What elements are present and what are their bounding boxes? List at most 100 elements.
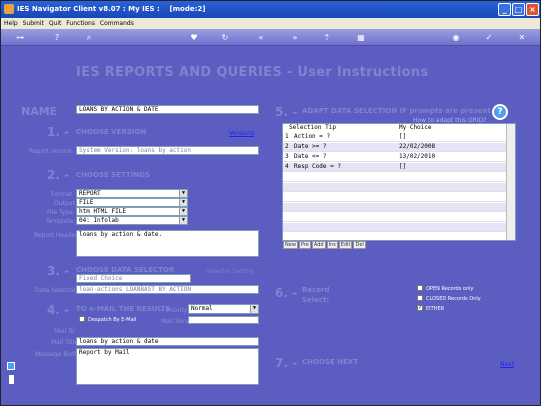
row-choice[interactable]: [] <box>399 133 406 140</box>
message-body-field[interactable]: Report by Mail <box>76 348 259 385</box>
table-row[interactable] <box>283 223 507 232</box>
data-selector-label: Data Selector <box>35 287 76 294</box>
open-records-checkbox[interactable] <box>417 285 423 291</box>
row-number: 4 <box>285 163 289 170</box>
info-icon[interactable] <box>9 375 14 384</box>
menu-submit[interactable]: Submit <box>23 20 44 27</box>
close-icon[interactable]: × <box>526 3 539 16</box>
open-records-label: OPEN Records only <box>426 286 474 292</box>
table-row[interactable] <box>283 193 507 202</box>
report-header-label: Report Header <box>34 232 78 239</box>
col-selection-tip: Selection Tip <box>289 124 336 131</box>
refresh-icon[interactable]: ↻ <box>219 32 231 43</box>
format-select[interactable]: REPORT ▼ <box>76 189 188 198</box>
table-row[interactable] <box>283 183 507 192</box>
step2-number: 2. - <box>47 168 70 182</box>
window-title-text: IES Navigator Client v8.07 : My IES : <box>17 5 160 13</box>
check-icon[interactable]: ✓ <box>483 32 495 43</box>
key-icon[interactable]: ⊶ <box>9 32 31 43</box>
step6-title2: Select: <box>302 296 330 304</box>
help-icon[interactable]: ? <box>51 32 63 43</box>
versions-link[interactable]: Versions <box>229 130 254 137</box>
file-type-label: File Type <box>47 209 73 216</box>
table-row[interactable] <box>283 203 507 212</box>
step1-number: 1. - <box>47 125 70 139</box>
grid-new-button[interactable]: New <box>283 241 298 249</box>
template-select[interactable]: 04: Infolab ▼ <box>76 216 188 225</box>
selector-setting-link[interactable]: Selector Setting <box>206 268 254 275</box>
back-icon[interactable]: « <box>255 32 267 43</box>
step1-title: CHOOSE VERSION <box>76 128 147 136</box>
step4-title: TO e-MAIL THE RESULTS <box>76 305 171 313</box>
grid-nav-buttons: New Pre Add Ins Edit Del <box>283 241 367 249</box>
heart-icon[interactable]: ♥ <box>188 32 200 43</box>
priority-select[interactable]: Normal ▼ <box>188 304 259 314</box>
menu-commands[interactable]: Commands <box>100 20 134 27</box>
row-number: 3 <box>285 153 289 160</box>
col-my-choice: My Choice <box>399 124 432 131</box>
report-version-label: Report Version <box>29 148 73 155</box>
step6-number: 6. - <box>275 286 298 300</box>
menu-quit[interactable]: Quit <box>49 20 62 27</box>
row-choice[interactable]: [] <box>399 163 406 170</box>
table-row[interactable] <box>283 213 507 222</box>
chevron-down-icon: ▼ <box>250 305 258 313</box>
name-field[interactable]: LOANS BY ACTION & DATE <box>76 105 259 114</box>
closed-records-checkbox[interactable] <box>417 295 423 301</box>
help-badge-icon[interactable] <box>7 362 15 370</box>
fixed-choice-field[interactable]: Fixed Choice <box>76 274 191 283</box>
grid-ins-button[interactable]: Ins <box>326 241 338 249</box>
grid-del-button[interactable]: Del <box>353 241 366 249</box>
search-icon[interactable]: ⌕ <box>83 32 95 43</box>
mail-title-field[interactable]: loans by action & date <box>76 337 259 346</box>
step3-title: CHOOSE DATA SELECTOR <box>76 266 175 274</box>
despatch-checkbox[interactable] <box>79 316 85 322</box>
step7-number: 7. - <box>275 356 298 370</box>
step4-number: 4. - <box>47 303 70 317</box>
window-mode: [mode:2] <box>169 5 206 13</box>
grid-add-button[interactable]: Add <box>311 241 326 249</box>
output-select[interactable]: FILE ▼ <box>76 198 188 207</box>
table-row[interactable]: 2 Date >= ? 22/02/2008 <box>283 143 507 152</box>
table-icon[interactable]: ▦ <box>355 32 367 43</box>
chevron-down-icon: ▼ <box>179 199 187 206</box>
title-bar: IES Navigator Client v8.07 : My IES : [m… <box>1 1 540 18</box>
table-row[interactable] <box>283 173 507 182</box>
output-value: FILE <box>79 199 94 206</box>
maximize-icon[interactable]: □ <box>512 3 525 16</box>
upload-icon[interactable]: ⇡ <box>321 32 333 43</box>
mail-server-field[interactable] <box>188 316 259 324</box>
table-row[interactable]: 1 Action = ? [] <box>283 133 507 142</box>
cancel-icon[interactable]: ✕ <box>516 32 528 43</box>
menu-help[interactable]: Help <box>4 20 18 27</box>
app-icon <box>4 4 14 14</box>
step5-title: ADAPT DATA SELECTION IF prompts are pres… <box>302 107 491 115</box>
chevron-down-icon: ▼ <box>179 217 187 224</box>
grid-pre-button[interactable]: Pre <box>298 241 311 249</box>
menu-functions[interactable]: Functions <box>66 20 95 27</box>
row-tip: Date >= ? <box>294 143 327 150</box>
table-row[interactable]: 3 Date <= ? 13/02/2010 <box>283 153 507 162</box>
row-choice[interactable]: 13/02/2010 <box>399 153 435 160</box>
app-window: IES Navigator Client v8.07 : My IES : [m… <box>0 0 541 406</box>
format-value: REPORT <box>79 190 101 197</box>
minimize-icon[interactable]: _ <box>498 3 511 16</box>
output-label: Output <box>54 200 75 207</box>
globe-icon[interactable]: ◉ <box>450 32 462 43</box>
adapt-icon[interactable]: ? <box>492 104 508 120</box>
file-type-select[interactable]: htm HTML FILE ▼ <box>76 207 188 216</box>
grid-edit-button[interactable]: Edit <box>338 241 353 249</box>
forward-icon[interactable]: » <box>289 32 301 43</box>
row-choice[interactable]: 22/02/2008 <box>399 143 435 150</box>
grid-scrollbar[interactable] <box>506 124 515 240</box>
toolbar: ⊶ ? ⌕ ♥ ↻ « » ⇡ ▦ ◉ ✓ ✕ <box>1 29 540 46</box>
report-header-field[interactable]: loans by action & date. <box>76 230 259 257</box>
data-selector-field[interactable]: loan-actions LOANBAST BY ACTION <box>76 285 259 294</box>
table-row[interactable]: 4 Resp Code = ? [] <box>283 163 507 172</box>
grid-header: Selection Tip My Choice <box>283 124 507 132</box>
step5-number: 5. - <box>275 105 298 119</box>
next-link[interactable]: Next <box>500 361 514 368</box>
report-version-field[interactable]: System Version: loans by action <box>76 146 259 155</box>
selection-grid[interactable]: Selection Tip My Choice 1 Action = ? [] … <box>282 123 516 241</box>
either-checkbox[interactable]: ✓ <box>417 305 423 311</box>
